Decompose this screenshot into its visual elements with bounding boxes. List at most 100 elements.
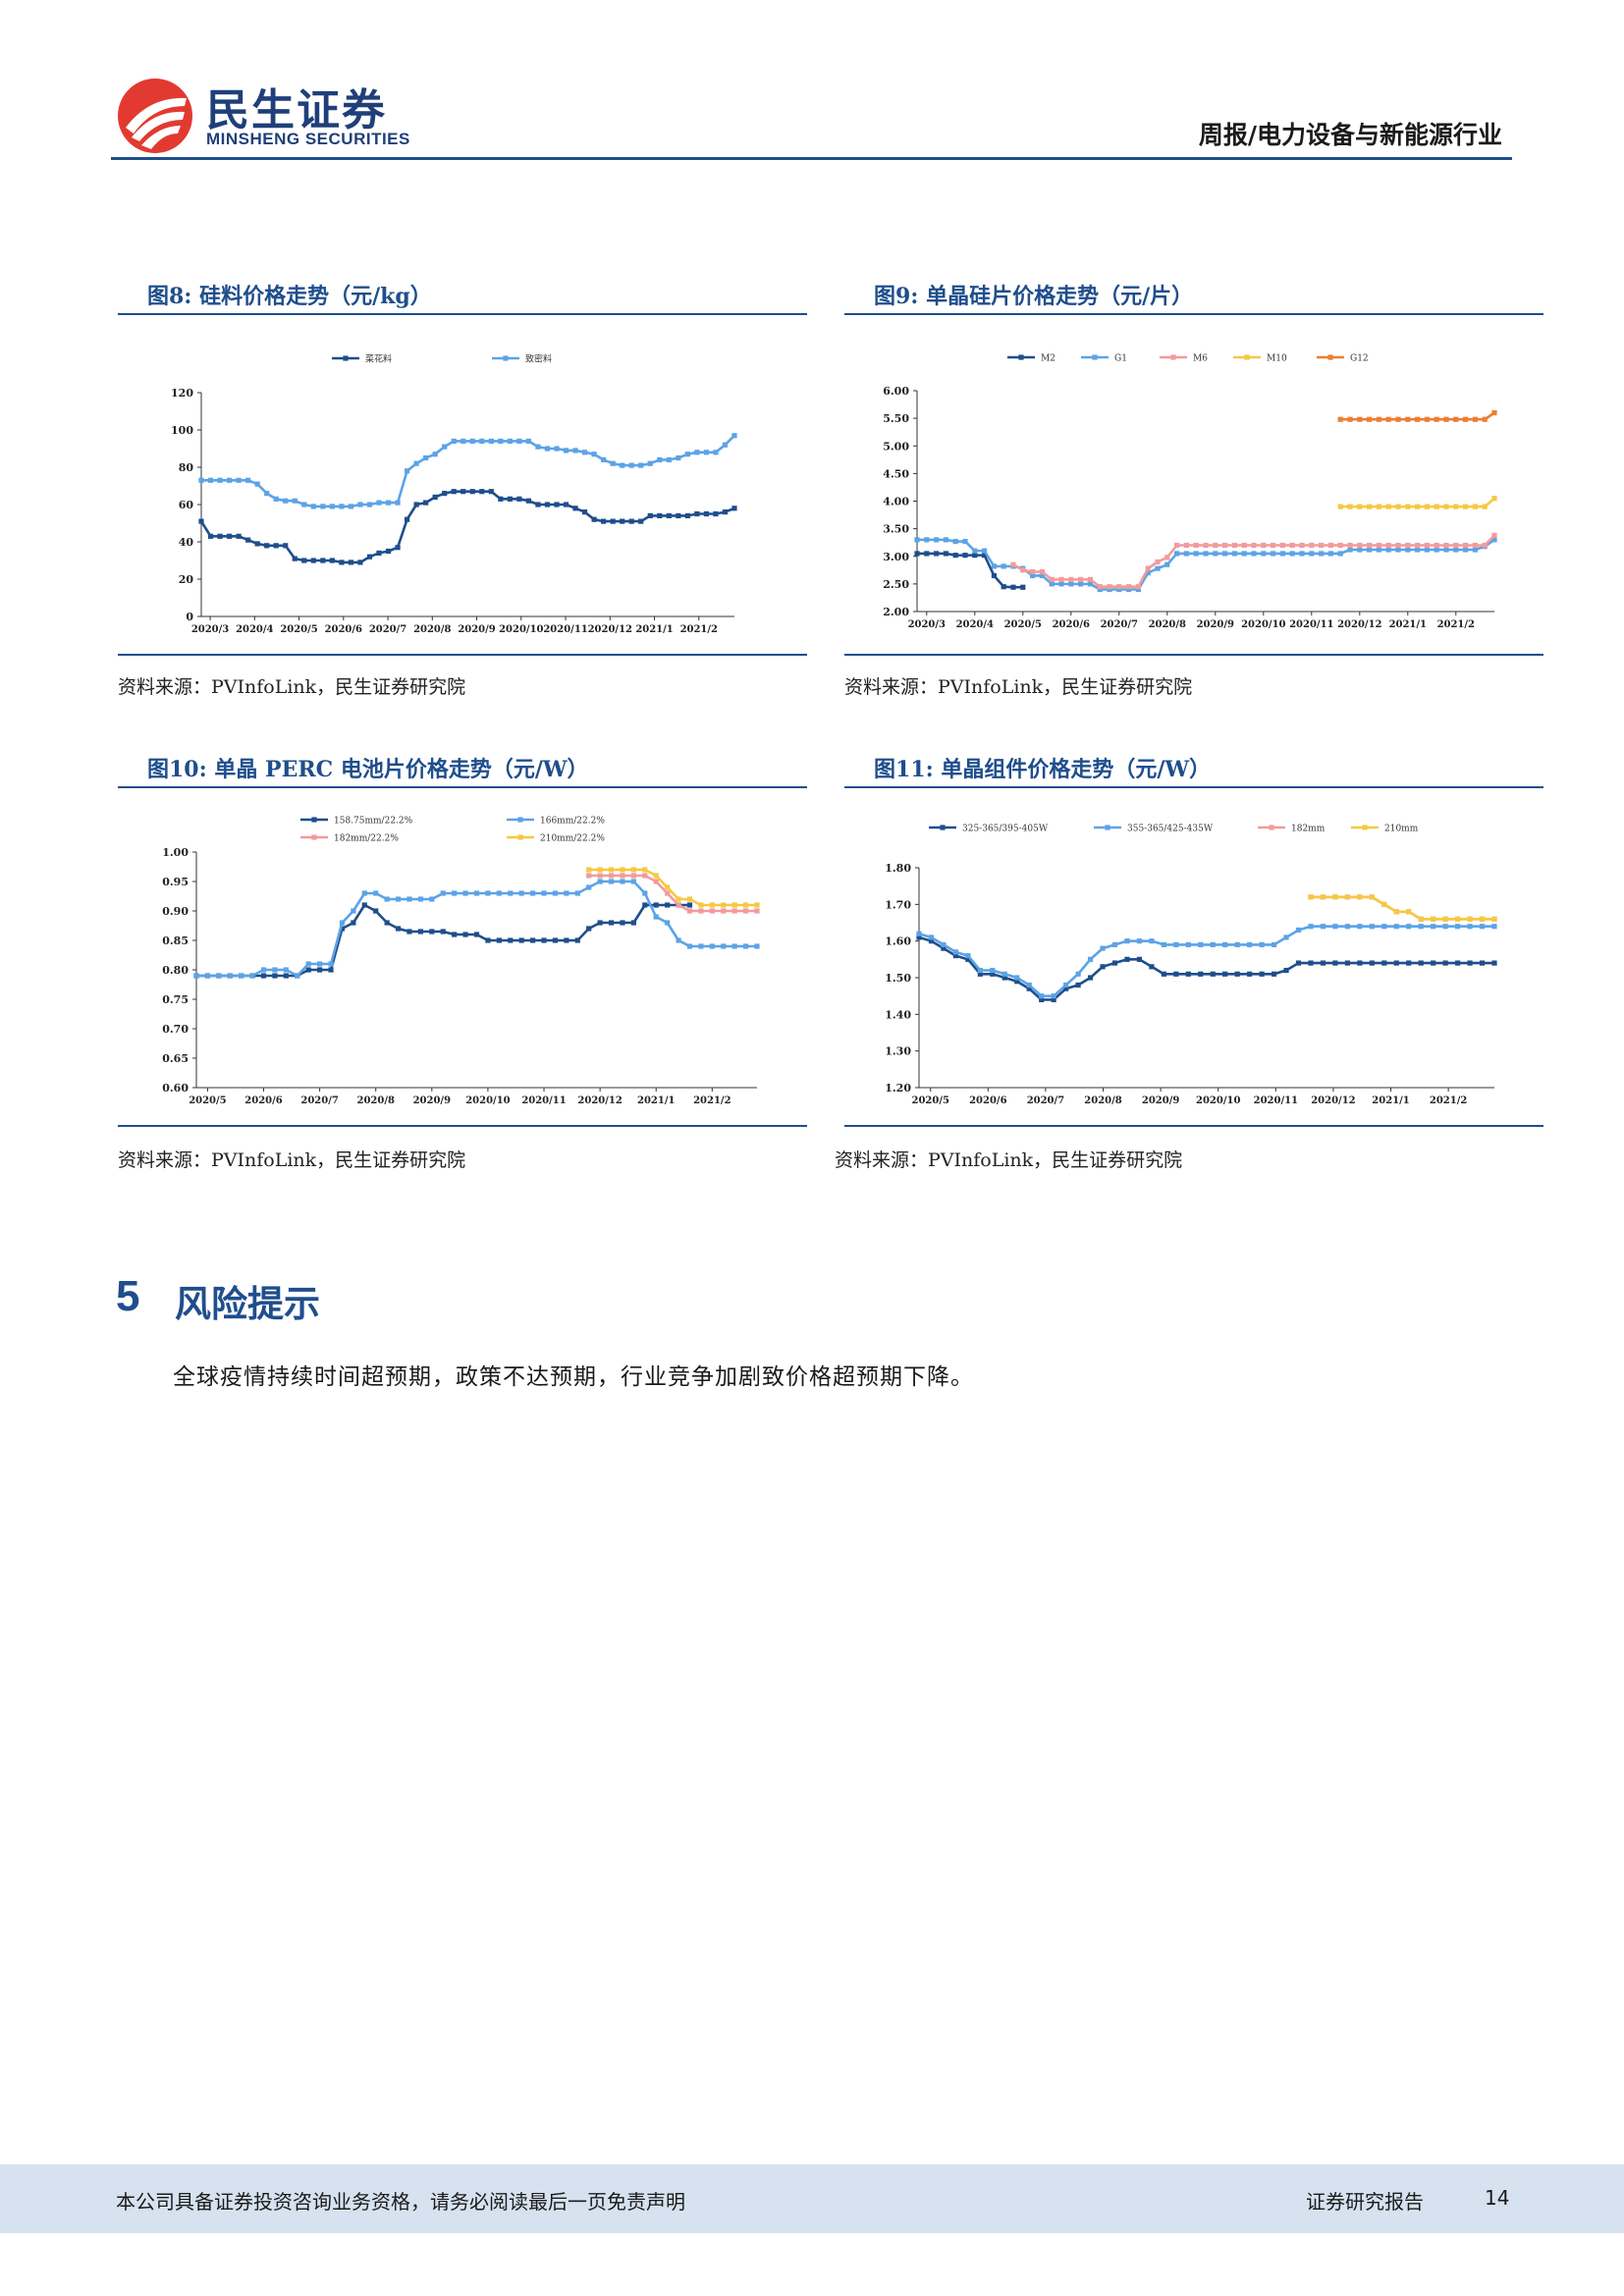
series-point: [1161, 971, 1166, 977]
series-point: [1337, 416, 1343, 422]
legend-label: G1: [1114, 354, 1127, 364]
series-point: [1357, 542, 1363, 549]
series-point: [1010, 561, 1016, 567]
legend-marker: [940, 825, 946, 830]
series-point: [1406, 924, 1412, 930]
series-point: [1385, 542, 1391, 549]
series-point: [1415, 416, 1421, 422]
y-tick-label: 3.00: [883, 551, 909, 563]
series-point: [1222, 551, 1228, 557]
series-point: [1376, 416, 1381, 422]
series-point: [1424, 504, 1430, 509]
x-tick-label: 2020/11: [1254, 1095, 1298, 1106]
series-point: [1443, 416, 1449, 422]
series-point: [1111, 960, 1118, 966]
series-point: [1149, 964, 1155, 970]
chart-mono-wafer-price: 2.00 2.50 3.00 3.50 4.00 4.50 5.00 5.50 6.00 2020…: [883, 354, 1497, 630]
series-point: [1418, 924, 1424, 930]
y-tick-label: 1.50: [885, 972, 911, 985]
series-point: [1327, 551, 1333, 557]
y-tick-label: 1.80: [885, 862, 911, 875]
series-point: [1198, 941, 1204, 947]
series-point: [1347, 504, 1353, 509]
series-point: [1424, 542, 1430, 549]
x-tick-label: 2020/7: [1027, 1095, 1064, 1106]
x-tick-label: 2020/6: [1053, 619, 1090, 630]
series-point: [1185, 971, 1191, 977]
y-tick-label: 2.50: [883, 578, 909, 591]
series-point: [1251, 551, 1257, 557]
series-point: [1347, 542, 1353, 549]
series-point: [914, 551, 920, 557]
series-point: [1415, 542, 1421, 549]
series-point: [1213, 551, 1218, 557]
series-point: [990, 967, 996, 974]
series-point: [1299, 551, 1305, 557]
series-point: [1261, 551, 1267, 557]
x-tick-label: 2020/7: [1101, 619, 1138, 630]
series-point: [1357, 504, 1363, 509]
series-point: [941, 941, 947, 947]
series-point: [962, 553, 968, 559]
series-point: [1381, 924, 1387, 930]
legend-label: M10: [1267, 354, 1287, 364]
series-point: [1332, 894, 1338, 900]
series-point: [1491, 496, 1497, 502]
series-point: [1001, 971, 1007, 977]
series-point: [1319, 551, 1325, 557]
series-point: [952, 949, 959, 955]
series-point: [1442, 960, 1448, 966]
series-point: [1100, 945, 1106, 951]
x-tick-label: 2020/5: [1004, 619, 1042, 630]
series-point: [1376, 504, 1381, 509]
series-point: [1251, 542, 1257, 549]
series-point: [1049, 581, 1055, 587]
series-point: [1467, 916, 1473, 922]
series-point: [1014, 975, 1020, 981]
series-point: [1369, 894, 1375, 900]
series-point: [1418, 960, 1424, 966]
series-point: [1124, 938, 1130, 944]
series-point: [1164, 555, 1170, 561]
series-point: [1058, 576, 1064, 582]
footer-disclaimer: 本公司具备证券投资咨询业务资格，请务必阅读最后一页免责声明: [116, 2190, 685, 2214]
series-point: [1198, 971, 1204, 977]
x-tick-label: 2020/12: [1337, 619, 1381, 630]
y-tick-label: 4.50: [883, 467, 909, 480]
series-point: [1241, 551, 1247, 557]
series-point: [1136, 956, 1143, 962]
x-tick-label: 2020/8: [1149, 619, 1186, 630]
series-point: [1385, 547, 1391, 553]
series-point: [1443, 504, 1449, 509]
series-point: [914, 537, 920, 543]
series-point: [1058, 581, 1064, 587]
series-point: [1405, 504, 1411, 509]
series-point: [1289, 542, 1295, 549]
series-point: [1279, 542, 1285, 549]
series-point: [1241, 542, 1247, 549]
series-point: [1344, 894, 1350, 900]
series-point: [1491, 916, 1497, 922]
series-point: [1320, 924, 1326, 930]
series-point: [1491, 409, 1497, 416]
series-point: [972, 553, 978, 559]
series-point: [1442, 916, 1448, 922]
series-point: [1337, 504, 1343, 509]
series-point: [1406, 909, 1412, 915]
series-point: [1161, 941, 1166, 947]
series-point: [1247, 971, 1253, 977]
figure-11-bottom-rule: [844, 1125, 1543, 1127]
series-point: [1231, 542, 1237, 549]
series-point: [1259, 971, 1265, 977]
series-point: [1431, 924, 1436, 930]
series-point: [1111, 941, 1118, 947]
series-point: [1393, 909, 1399, 915]
y-tick-label: 3.50: [883, 523, 909, 536]
series-point: [1164, 561, 1170, 567]
series-point: [1271, 551, 1276, 557]
series-point: [1299, 542, 1305, 549]
series-point: [1126, 584, 1132, 590]
series-point: [1479, 916, 1486, 922]
series-point: [1210, 941, 1216, 947]
series-point: [934, 551, 940, 557]
